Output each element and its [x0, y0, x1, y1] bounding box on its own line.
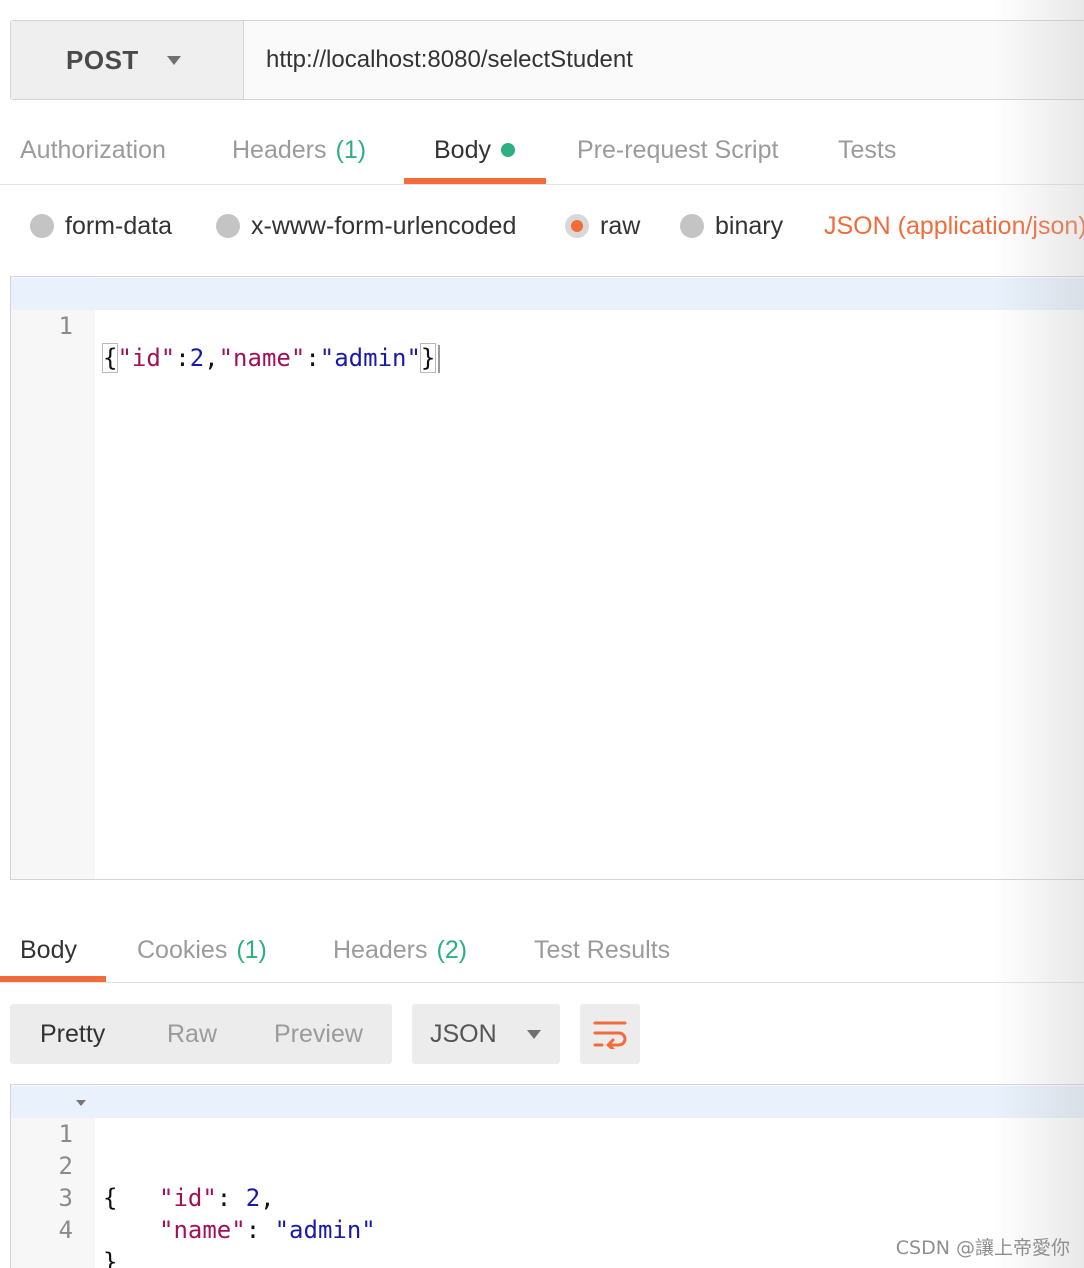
tab-response-body[interactable]: Body — [20, 915, 77, 985]
method-label: POST — [66, 44, 139, 75]
preview-button[interactable]: Preview — [274, 1004, 363, 1064]
format-label: JSON — [430, 1019, 497, 1048]
json-colon: : — [305, 344, 320, 372]
line-number: 4 — [58, 1216, 73, 1244]
json-brace-close: } — [419, 343, 437, 373]
radio-label: binary — [715, 211, 784, 240]
radio-circle — [680, 214, 704, 238]
tab-label: Headers — [333, 935, 428, 964]
json-key-name: "name" — [159, 1216, 246, 1244]
radio-form-data[interactable]: form-data — [30, 200, 172, 252]
radio-raw[interactable]: raw — [565, 200, 640, 252]
request-bar: POST http://localhost:8080/selectStudent — [10, 20, 1084, 100]
tab-label: Authorization — [20, 135, 166, 164]
chevron-down-icon — [166, 55, 181, 65]
json-colon: : — [175, 344, 190, 372]
active-tab-underline — [404, 178, 546, 184]
json-brace-open: { — [101, 343, 119, 373]
cookies-count-badge: (1) — [236, 935, 267, 964]
wrap-lines-button[interactable] — [580, 1004, 640, 1064]
radio-circle — [30, 214, 54, 238]
headers-count-badge: (1) — [335, 135, 367, 164]
json-value-name: "admin" — [319, 344, 421, 372]
tab-cookies[interactable]: Cookies (1) — [137, 915, 267, 985]
code-line: 4 } — [11, 1182, 1084, 1268]
json-brace-close: } — [103, 1248, 118, 1268]
tab-label: Body — [434, 135, 491, 164]
tab-label: Body — [20, 935, 77, 964]
radio-circle — [216, 214, 240, 238]
code-text: "name": "admin" — [159, 1216, 376, 1244]
response-headers-count-badge: (2) — [436, 935, 468, 964]
url-text: http://localhost:8080/selectStudent — [266, 46, 633, 73]
radio-label: form-data — [65, 211, 172, 240]
tab-authorization[interactable]: Authorization — [20, 115, 166, 185]
request-body-editor[interactable]: 1 {"id":2,"name":"admin"} — [10, 276, 1084, 880]
code-text: } — [103, 1246, 117, 1268]
tab-test-results[interactable]: Test Results — [534, 915, 670, 985]
watermark: CSDN @讓上帝愛你 — [895, 1237, 1070, 1259]
json-key-id: "id" — [117, 344, 176, 372]
request-tabs: Authorization Headers (1) Body Pre-reque… — [0, 115, 1084, 185]
tab-tests[interactable]: Tests — [838, 115, 896, 185]
response-tabs: Body Cookies (1) Headers (2) Test Result… — [0, 915, 1084, 983]
content-type-dropdown[interactable]: JSON (application/json) — [824, 200, 1084, 252]
tab-label: Headers — [232, 135, 327, 164]
tab-headers[interactable]: Headers (1) — [232, 115, 366, 185]
url-input[interactable]: http://localhost:8080/selectStudent — [244, 21, 1084, 99]
radio-label: raw — [600, 211, 641, 240]
tab-label: Cookies — [137, 935, 228, 964]
body-indicator-dot — [500, 143, 515, 157]
radio-circle-selected — [565, 214, 589, 238]
text-cursor — [438, 345, 441, 373]
code-line: 2 "id": 2, — [11, 1118, 1084, 1212]
tab-body[interactable]: Body — [434, 115, 515, 185]
code-line: 1 {"id":2,"name":"admin"} — [11, 278, 1084, 373]
tab-label: Pre-request Script — [577, 135, 779, 164]
json-value-id: 2 — [189, 344, 205, 372]
tab-label: Test Results — [534, 935, 671, 964]
method-dropdown[interactable]: POST — [11, 21, 244, 99]
tab-prerequest-script[interactable]: Pre-request Script — [577, 115, 778, 185]
wrap-lines-icon — [593, 1021, 627, 1049]
radio-urlencoded[interactable]: x-www-form-urlencoded — [216, 200, 516, 252]
json-value-name: "admin" — [274, 1216, 376, 1244]
radio-label: x-www-form-urlencoded — [251, 211, 517, 240]
json-comma: , — [204, 344, 219, 372]
radio-binary[interactable]: binary — [680, 200, 783, 252]
chevron-down-icon — [526, 1029, 541, 1039]
fold-caret-icon[interactable] — [76, 1100, 86, 1106]
active-tab-underline — [0, 976, 106, 982]
format-select[interactable]: JSON — [412, 1004, 560, 1064]
code-line: 1 { — [11, 1086, 1084, 1212]
code-line: 3 "name": "admin" — [11, 1150, 1084, 1244]
view-mode-group: Pretty Raw Preview — [10, 1004, 392, 1064]
json-key-name: "name" — [218, 344, 306, 372]
line-number: 1 — [58, 312, 73, 340]
code-text: {"id":2,"name":"admin"} — [101, 342, 441, 374]
tab-label: Tests — [838, 135, 897, 164]
pretty-button[interactable]: Pretty — [40, 1004, 105, 1064]
raw-button[interactable]: Raw — [167, 1004, 217, 1064]
tab-response-headers[interactable]: Headers (2) — [333, 915, 467, 985]
